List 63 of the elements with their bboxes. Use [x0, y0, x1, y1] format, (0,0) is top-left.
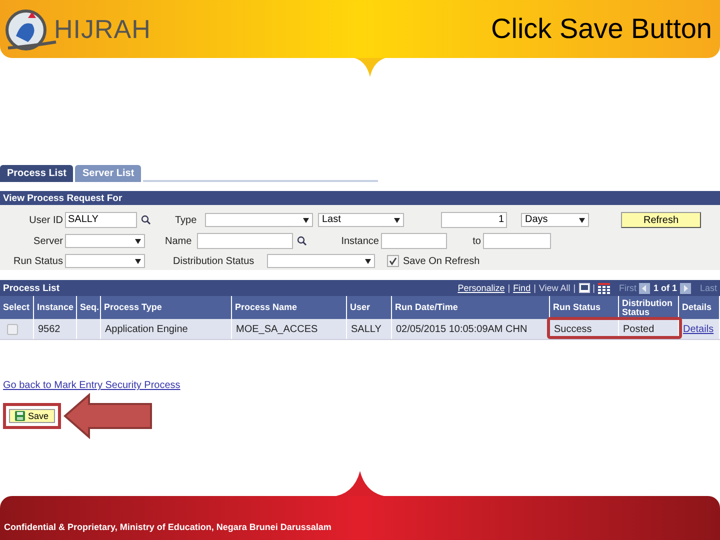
save-button[interactable]: Save: [9, 409, 55, 423]
field-label: Run Status: [12, 256, 63, 266]
grid-icon[interactable]: [598, 282, 610, 294]
table-cell: Application Engine: [105, 324, 188, 334]
field-label: User ID: [28, 214, 63, 226]
details-link[interactable]: Details: [683, 324, 714, 334]
caret-icon: [303, 218, 309, 222]
search-icon[interactable]: [297, 236, 307, 246]
table-cell: MOE_SA_ACCES: [236, 324, 318, 334]
field-label: Name: [165, 236, 193, 246]
count-field[interactable]: 1: [441, 212, 507, 228]
column-header: Distribution Status: [619, 296, 679, 319]
page-count: 1 of 1: [653, 283, 677, 293]
row-checkbox[interactable]: [7, 324, 18, 334]
unit-dropdown[interactable]: Days: [521, 213, 589, 227]
column-header: Run Status: [550, 296, 619, 319]
user-id-field[interactable]: SALLY: [65, 212, 137, 228]
run-status-dropdown[interactable]: [65, 254, 145, 268]
checkbox-label: Save On Refresh: [403, 256, 480, 266]
caret-icon: [135, 258, 141, 264]
table-cell: SALLY: [351, 324, 382, 334]
tab[interactable]: Process List: [0, 165, 74, 182]
slide-title: Click Save Button: [491, 13, 712, 45]
pager-label: First: [618, 283, 636, 293]
caret-icon: [394, 218, 400, 222]
instance-field[interactable]: [381, 233, 447, 249]
field-label: Type: [175, 214, 198, 226]
window-icon[interactable]: [578, 283, 590, 293]
grid-link[interactable]: Find: [513, 283, 531, 293]
grid-title: Process List: [3, 282, 60, 294]
separator: |: [508, 283, 510, 293]
next-icon[interactable]: [680, 282, 691, 294]
caret-icon: [135, 238, 141, 244]
footer-text: Confidential & Proprietary, Ministry of Education, Negara Brunei Darussalam: [4, 522, 332, 532]
checkbox[interactable]: [387, 255, 399, 267]
table-cell: 9562: [38, 324, 60, 334]
separator: |: [592, 283, 595, 293]
previous-icon[interactable]: [639, 282, 650, 294]
field-label: Instance: [340, 236, 379, 246]
view-all-link[interactable]: View All: [538, 283, 570, 293]
separator: |: [534, 283, 536, 293]
field-label: to: [472, 236, 481, 246]
distribution-status-dropdown[interactable]: [267, 254, 375, 268]
field-label: Distribution Status: [173, 256, 256, 266]
server-dropdown[interactable]: [65, 234, 145, 248]
table-cell: Success: [554, 324, 592, 334]
table-cell: Posted: [623, 324, 654, 334]
search-icon[interactable]: [141, 215, 151, 225]
table-cell: 02/05/2015 10:05:09AM CHN: [396, 324, 528, 334]
pager-label: Last: [700, 283, 717, 293]
logo-text: HIJRAH: [54, 14, 151, 44]
section-title: View Process Request For: [3, 192, 122, 204]
grid-link[interactable]: Personalize: [458, 283, 505, 293]
separator: |: [573, 283, 576, 293]
name-field[interactable]: [197, 233, 293, 249]
type-dropdown[interactable]: [205, 213, 313, 227]
caret-icon: [579, 218, 585, 222]
caret-icon: [365, 258, 371, 264]
field-label: Server: [32, 236, 63, 246]
range-dropdown[interactable]: Last: [318, 213, 404, 227]
refresh-button[interactable]: Refresh: [621, 212, 701, 228]
back-link[interactable]: Go back to Mark Entry Security Process: [3, 380, 720, 391]
instance-to-field[interactable]: [483, 233, 551, 249]
